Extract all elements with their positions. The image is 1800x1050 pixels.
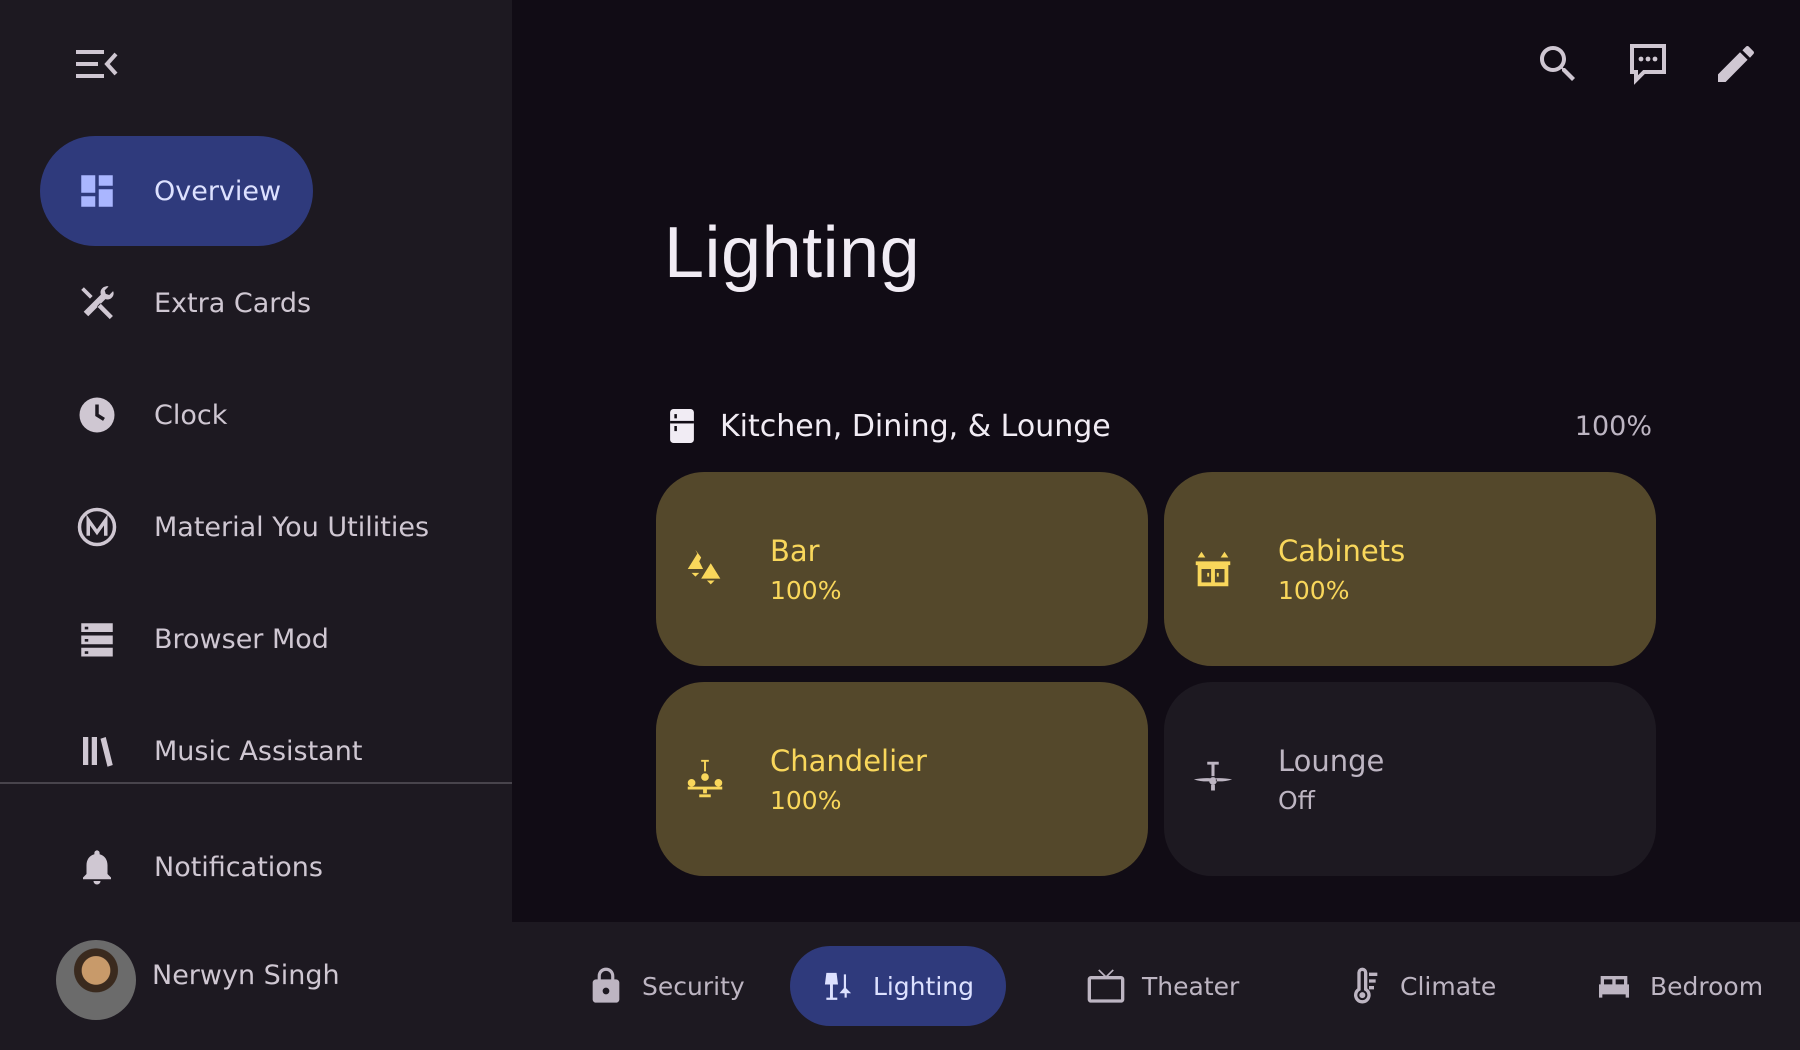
user-name[interactable]: Nerwyn Singh [152, 960, 340, 991]
sidebar-item-label: Music Assistant [154, 735, 363, 767]
ceiling-fan-light-icon [1193, 761, 1233, 791]
room-brightness: 100% [1574, 410, 1652, 442]
light-tile-cabinets[interactable]: Cabinets 100% [1164, 472, 1656, 666]
tile-state: 100% [770, 575, 842, 605]
sidebar-item-label: Extra Cards [154, 287, 312, 319]
search-icon[interactable] [1534, 40, 1582, 88]
edit-icon[interactable] [1712, 40, 1760, 88]
library-icon [76, 730, 118, 772]
tab-label: Security [642, 971, 745, 1001]
sidebar-item-material-you-utilities[interactable]: Material You Utilities [40, 472, 461, 582]
tile-name: Lounge [1278, 743, 1385, 778]
tile-state: 100% [1278, 575, 1350, 605]
sidebar-item-clock[interactable]: Clock [40, 360, 259, 470]
tile-name: Cabinets [1278, 533, 1406, 568]
tab-security[interactable]: Security [554, 946, 777, 1026]
tab-bedroom[interactable]: Bedroom [1562, 946, 1795, 1026]
cabinet-light-icon [1195, 551, 1231, 587]
ceiling-lights-icon [687, 549, 721, 585]
notifications-label: Notifications [154, 851, 323, 883]
room-header[interactable]: Kitchen, Dining, & Lounge 100% [668, 404, 1652, 448]
sidebar-item-label: Overview [154, 175, 282, 207]
bell-icon [76, 846, 118, 888]
sidebar-divider [0, 782, 512, 784]
tab-label: Lighting [872, 971, 974, 1001]
dashboard-icon [76, 170, 118, 212]
lamps-icon [824, 972, 852, 1000]
tile-name: Bar [770, 533, 820, 568]
chandelier-icon [687, 759, 723, 798]
server-icon [76, 618, 118, 660]
tab-label: Theater [1142, 971, 1240, 1001]
lock-icon [592, 967, 620, 1003]
sidebar-item-extra-cards[interactable]: Extra Cards [40, 248, 343, 358]
bed-icon [1599, 976, 1629, 998]
light-tile-lounge[interactable]: Lounge Off [1164, 682, 1656, 876]
clock-icon [76, 394, 118, 436]
light-tile-chandelier[interactable]: Chandelier 100% [656, 682, 1148, 876]
menu-open-icon[interactable] [74, 46, 118, 82]
sidebar-item-music-assistant[interactable]: Music Assistant [40, 696, 394, 806]
fridge-icon [670, 409, 694, 443]
tile-state: 100% [770, 785, 842, 815]
sidebar: Overview Extra Cards Clock Material You … [0, 0, 512, 1050]
material-m-icon [76, 506, 118, 548]
tile-name: Chandelier [770, 743, 927, 778]
tab-climate[interactable]: Climate [1312, 946, 1528, 1026]
tools-icon [76, 282, 118, 324]
sidebar-item-overview[interactable]: Overview [40, 136, 314, 246]
sidebar-item-notifications[interactable]: Notifications [40, 812, 355, 922]
avatar[interactable] [56, 940, 136, 1020]
sidebar-item-label: Browser Mod [154, 623, 329, 655]
tv-icon [1087, 969, 1125, 1003]
tile-state: Off [1278, 785, 1315, 815]
thermometer-icon [1354, 967, 1378, 1004]
sidebar-item-browser-mod[interactable]: Browser Mod [40, 584, 361, 694]
sidebar-item-label: Clock [154, 399, 228, 431]
tab-theater[interactable]: Theater [1054, 946, 1271, 1026]
tab-label: Bedroom [1650, 971, 1764, 1001]
sidebar-item-label: Material You Utilities [154, 511, 430, 543]
room-name: Kitchen, Dining, & Lounge [720, 408, 1111, 444]
tab-label: Climate [1400, 971, 1497, 1001]
light-tile-bar[interactable]: Bar 100% [656, 472, 1148, 666]
tab-lighting[interactable]: Lighting [790, 946, 1006, 1026]
page-title: Lighting [664, 213, 921, 293]
assist-icon[interactable] [1624, 40, 1672, 88]
bottom-navigation: Security Lighting Theater Climate Bedroo… [512, 922, 1800, 1050]
